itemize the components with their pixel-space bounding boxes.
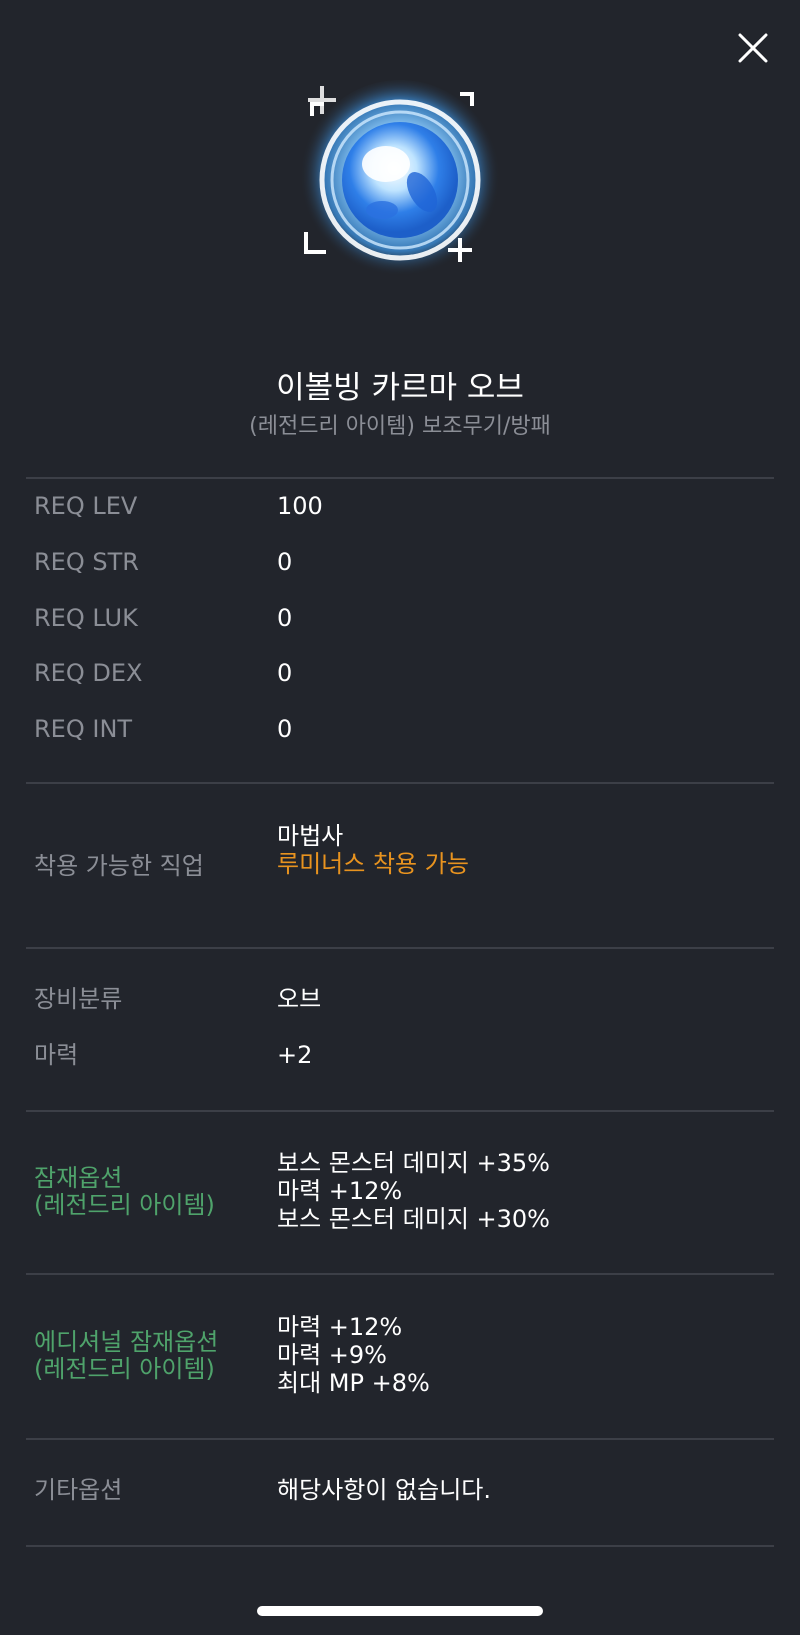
close-button[interactable] bbox=[733, 28, 773, 68]
divider bbox=[26, 477, 774, 479]
item-image bbox=[290, 72, 510, 292]
item-name: 이볼빙 카르마 오브 bbox=[276, 370, 524, 406]
divider bbox=[26, 1545, 774, 1547]
divider bbox=[26, 782, 774, 784]
requirement-label: REQ DEX bbox=[34, 659, 143, 687]
equipment-category-label: 장비분류 bbox=[34, 985, 123, 1013]
requirement-label: REQ STR bbox=[34, 548, 139, 576]
divider bbox=[26, 1273, 774, 1275]
potential-label: 잠재옵션 bbox=[34, 1164, 123, 1192]
requirement-value: 0 bbox=[277, 548, 293, 576]
requirement-label: REQ INT bbox=[34, 715, 133, 743]
divider bbox=[26, 1438, 774, 1440]
additional-potential-grade: (레전드리 아이템) bbox=[34, 1355, 215, 1383]
other-options-label: 기타옵션 bbox=[34, 1476, 123, 1504]
divider bbox=[26, 947, 774, 949]
potential-line: 보스 몬스터 데미지 +35% bbox=[277, 1149, 550, 1177]
orb-icon bbox=[300, 80, 500, 280]
requirement-label: REQ LUK bbox=[34, 604, 138, 632]
jobs-label: 착용 가능한 직업 bbox=[34, 852, 204, 880]
magic-attack-label: 마력 bbox=[34, 1041, 79, 1069]
other-options-value: 해당사항이 없습니다. bbox=[277, 1476, 491, 1504]
potential-grade: (레전드리 아이템) bbox=[34, 1191, 215, 1219]
magic-attack-value: +2 bbox=[277, 1041, 313, 1069]
potential-line: 보스 몬스터 데미지 +30% bbox=[277, 1205, 550, 1233]
requirement-value: 0 bbox=[277, 715, 293, 743]
requirement-value: 100 bbox=[277, 492, 323, 520]
requirement-label: REQ LEV bbox=[34, 492, 138, 520]
requirement-value: 0 bbox=[277, 659, 293, 687]
close-icon bbox=[738, 33, 768, 63]
additional-potential-line: 최대 MP +8% bbox=[277, 1369, 430, 1397]
additional-potential-label: 에디셔널 잠재옵션 bbox=[34, 1328, 219, 1356]
jobs-note: 루미너스 착용 가능 bbox=[277, 850, 469, 878]
home-indicator[interactable] bbox=[257, 1606, 543, 1616]
additional-potential-line: 마력 +9% bbox=[277, 1341, 387, 1369]
potential-line: 마력 +12% bbox=[277, 1177, 403, 1205]
requirement-value: 0 bbox=[277, 604, 293, 632]
divider bbox=[26, 1110, 774, 1112]
equipment-category-value: 오브 bbox=[277, 985, 322, 1013]
additional-potential-line: 마력 +12% bbox=[277, 1313, 403, 1341]
jobs-value: 마법사 bbox=[277, 822, 344, 850]
item-subtitle: (레전드리 아이템) 보조무기/방패 bbox=[249, 414, 551, 439]
